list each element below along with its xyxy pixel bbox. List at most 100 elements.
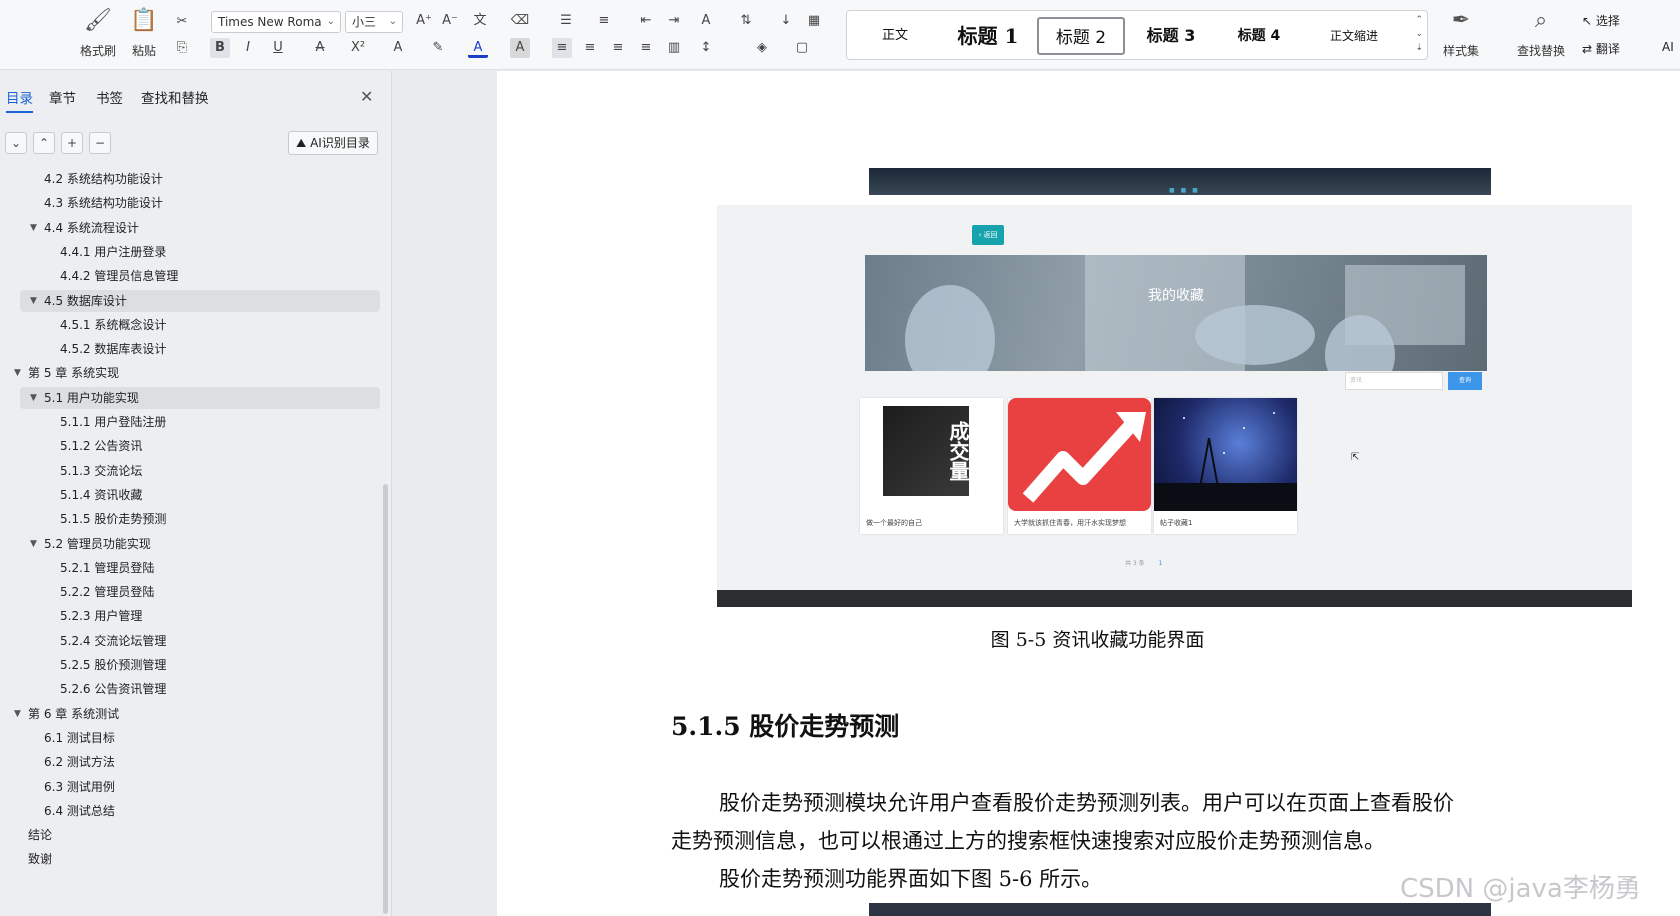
decrease-font-icon[interactable]: A⁻	[440, 11, 460, 31]
toc-item[interactable]: 6.1 测试目标	[20, 727, 380, 749]
toc-item[interactable]: 5.1.2 公告资讯	[20, 435, 380, 457]
toc-item[interactable]: ▼ 4.4 系统流程设计	[20, 217, 380, 239]
toc-item[interactable]: 5.2.1 管理员登陆	[20, 557, 380, 579]
bullet-list-icon[interactable]: ☰	[556, 11, 576, 31]
strikethrough-button[interactable]: A	[310, 38, 330, 58]
document-page[interactable]: ■ ■ ■ ‹ 返回 我的收藏 资讯 查询 成交量 做一个最好的自己 大学就该抓…	[497, 71, 1680, 916]
tab-toc[interactable]: 目录	[6, 87, 33, 113]
sidebar-scrollbar[interactable]	[383, 484, 388, 914]
collapse-all-button[interactable]: ⌃	[33, 132, 55, 154]
expand-arrow-icon[interactable]: ▼	[30, 290, 37, 312]
increase-font-icon[interactable]: A⁺	[414, 11, 434, 31]
align-center-icon[interactable]: ≡	[580, 38, 600, 58]
expand-arrow-icon[interactable]: ▼	[30, 533, 37, 555]
card-caption: 大学就该抓住青春，用汗水实现梦想	[1014, 519, 1126, 527]
expand-arrow-icon[interactable]: ▼	[14, 703, 21, 725]
tab-bookmarks[interactable]: 书签	[96, 87, 123, 107]
toc-item[interactable]: 4.2 系统结构功能设计	[20, 168, 380, 190]
cut-icon[interactable]: ✂	[172, 12, 192, 32]
toc-item[interactable]: 6.2 测试方法	[20, 751, 380, 773]
font-name-select[interactable]: Times New Roma ⌄	[211, 11, 341, 33]
remove-entry-button[interactable]: −	[89, 132, 111, 154]
text-effect-icon[interactable]: A	[388, 38, 408, 58]
numbered-list-icon[interactable]: ≡	[594, 11, 614, 31]
clear-format-icon[interactable]: ⌫	[510, 11, 530, 31]
font-color-icon[interactable]: A	[468, 38, 488, 58]
char-shading-icon[interactable]: A	[510, 38, 530, 58]
phonetic-icon[interactable]: 文	[470, 11, 490, 31]
toc-item[interactable]: 4.3 系统结构功能设计	[20, 192, 380, 214]
underline-button[interactable]: U	[268, 38, 288, 58]
justify-icon[interactable]: ≡	[636, 38, 656, 58]
toc-item[interactable]: ▼ 5.2 管理员功能实现	[20, 533, 380, 555]
ai-toc-button[interactable]: ⛰ AI识别目录	[288, 131, 378, 155]
toc-item[interactable]: 4.5.2 数据库表设计	[20, 338, 380, 360]
toc-item[interactable]: 5.1.5 股价走势预测	[20, 508, 380, 530]
banner-title: 我的收藏	[1148, 288, 1204, 304]
toc-item[interactable]: ▼ 5.1 用户功能实现	[20, 386, 380, 409]
paste-button[interactable]: 📋 粘贴	[124, 8, 164, 59]
sort-az-icon[interactable]: ↓	[776, 11, 796, 31]
italic-button[interactable]: I	[238, 38, 258, 58]
bold-button[interactable]: B	[210, 38, 230, 58]
style-normal[interactable]: 正文	[869, 17, 921, 55]
style-heading-2[interactable]: 标题 2	[1037, 17, 1125, 55]
translate-button[interactable]: ⇄ 翻译	[1582, 40, 1620, 57]
copy-icon[interactable]: ⎘	[172, 38, 192, 58]
style-heading-1[interactable]: 标题 1	[949, 17, 1027, 55]
toc-item[interactable]: 5.1.3 交流论坛	[20, 460, 380, 482]
expand-gallery-icon[interactable]: ⇣	[1415, 43, 1423, 53]
superscript-button[interactable]: X²	[348, 38, 368, 58]
find-replace-button[interactable]: ⌕ 查找替换	[1506, 8, 1576, 59]
toc-item[interactable]: ▼ 第 5 章 系统实现	[14, 362, 380, 384]
increase-indent-icon[interactable]: ⇥	[664, 11, 684, 31]
highlight-icon[interactable]: ✎	[428, 38, 448, 58]
chevron-down-icon[interactable]: ⌄	[1415, 29, 1423, 39]
toc-item[interactable]: 4.5.1 系统概念设计	[20, 314, 380, 336]
expand-arrow-icon[interactable]: ▼	[30, 217, 37, 239]
toc-item[interactable]: 致谢	[20, 848, 380, 870]
toc-item[interactable]: 4.4.1 用户注册登录	[20, 241, 380, 263]
toc-item[interactable]: 6.3 测试用例	[20, 776, 380, 798]
expand-arrow-icon[interactable]: ▼	[30, 387, 37, 409]
style-set-button[interactable]: ✒ 样式集	[1432, 8, 1490, 59]
toc-item[interactable]: 4.4.2 管理员信息管理	[20, 265, 380, 287]
text-direction-icon[interactable]: A	[696, 11, 716, 31]
toc-item[interactable]: 5.2.2 管理员登陆	[20, 581, 380, 603]
starry-sky-image	[1154, 398, 1297, 511]
select-button[interactable]: ↖ 选择	[1582, 12, 1620, 29]
tab-find-replace[interactable]: 查找和替换	[141, 87, 209, 107]
add-entry-button[interactable]: +	[61, 132, 83, 154]
align-right-icon[interactable]: ≡	[608, 38, 628, 58]
distribute-icon[interactable]: ▥	[664, 38, 684, 58]
toc-item[interactable]: 5.2.3 用户管理	[20, 605, 380, 627]
expand-all-button[interactable]: ⌄	[5, 132, 27, 154]
toc-item[interactable]: 5.2.5 股价预测管理	[20, 654, 380, 676]
ai-button[interactable]: AI	[1662, 40, 1674, 54]
toc-item[interactable]: 5.2.6 公告资讯管理	[20, 678, 380, 700]
toc-item[interactable]: 6.4 测试总结	[20, 800, 380, 822]
chevron-up-icon[interactable]: ⌃	[1415, 15, 1423, 25]
toc-item[interactable]: 5.2.4 交流论坛管理	[20, 630, 380, 652]
style-heading-4[interactable]: 标题 4	[1227, 17, 1291, 55]
toc-item[interactable]: 结论	[20, 824, 380, 846]
tab-chapters[interactable]: 章节	[49, 87, 76, 107]
toc-item[interactable]: 5.1.4 资讯收藏	[20, 484, 380, 506]
toc-item[interactable]: 5.1.1 用户登陆注册	[20, 411, 380, 433]
style-heading-3[interactable]: 标题 3	[1135, 17, 1207, 55]
toc-item[interactable]: ▼ 第 6 章 系统测试	[14, 703, 380, 725]
align-left-icon[interactable]: ≡	[552, 38, 572, 58]
font-size-select[interactable]: 小三 ⌄	[345, 11, 403, 33]
line-spacing-icon[interactable]: ↕	[696, 38, 716, 58]
format-painter-button[interactable]: 🖌 格式刷	[76, 8, 120, 59]
shading-icon[interactable]: ◈	[752, 38, 772, 58]
expand-arrow-icon[interactable]: ▼	[14, 362, 21, 384]
border-icon[interactable]: ▢	[792, 38, 812, 58]
toc-item[interactable]: ▼ 4.5 数据库设计	[20, 289, 380, 312]
close-icon[interactable]: ✕	[360, 87, 373, 106]
show-marks-icon[interactable]: ▦	[804, 11, 824, 31]
style-body-indent[interactable]: 正文缩进	[1319, 17, 1389, 55]
search-input: 资讯	[1345, 372, 1443, 390]
sort-icon[interactable]: ⇅	[736, 11, 756, 31]
decrease-indent-icon[interactable]: ⇤	[636, 11, 656, 31]
